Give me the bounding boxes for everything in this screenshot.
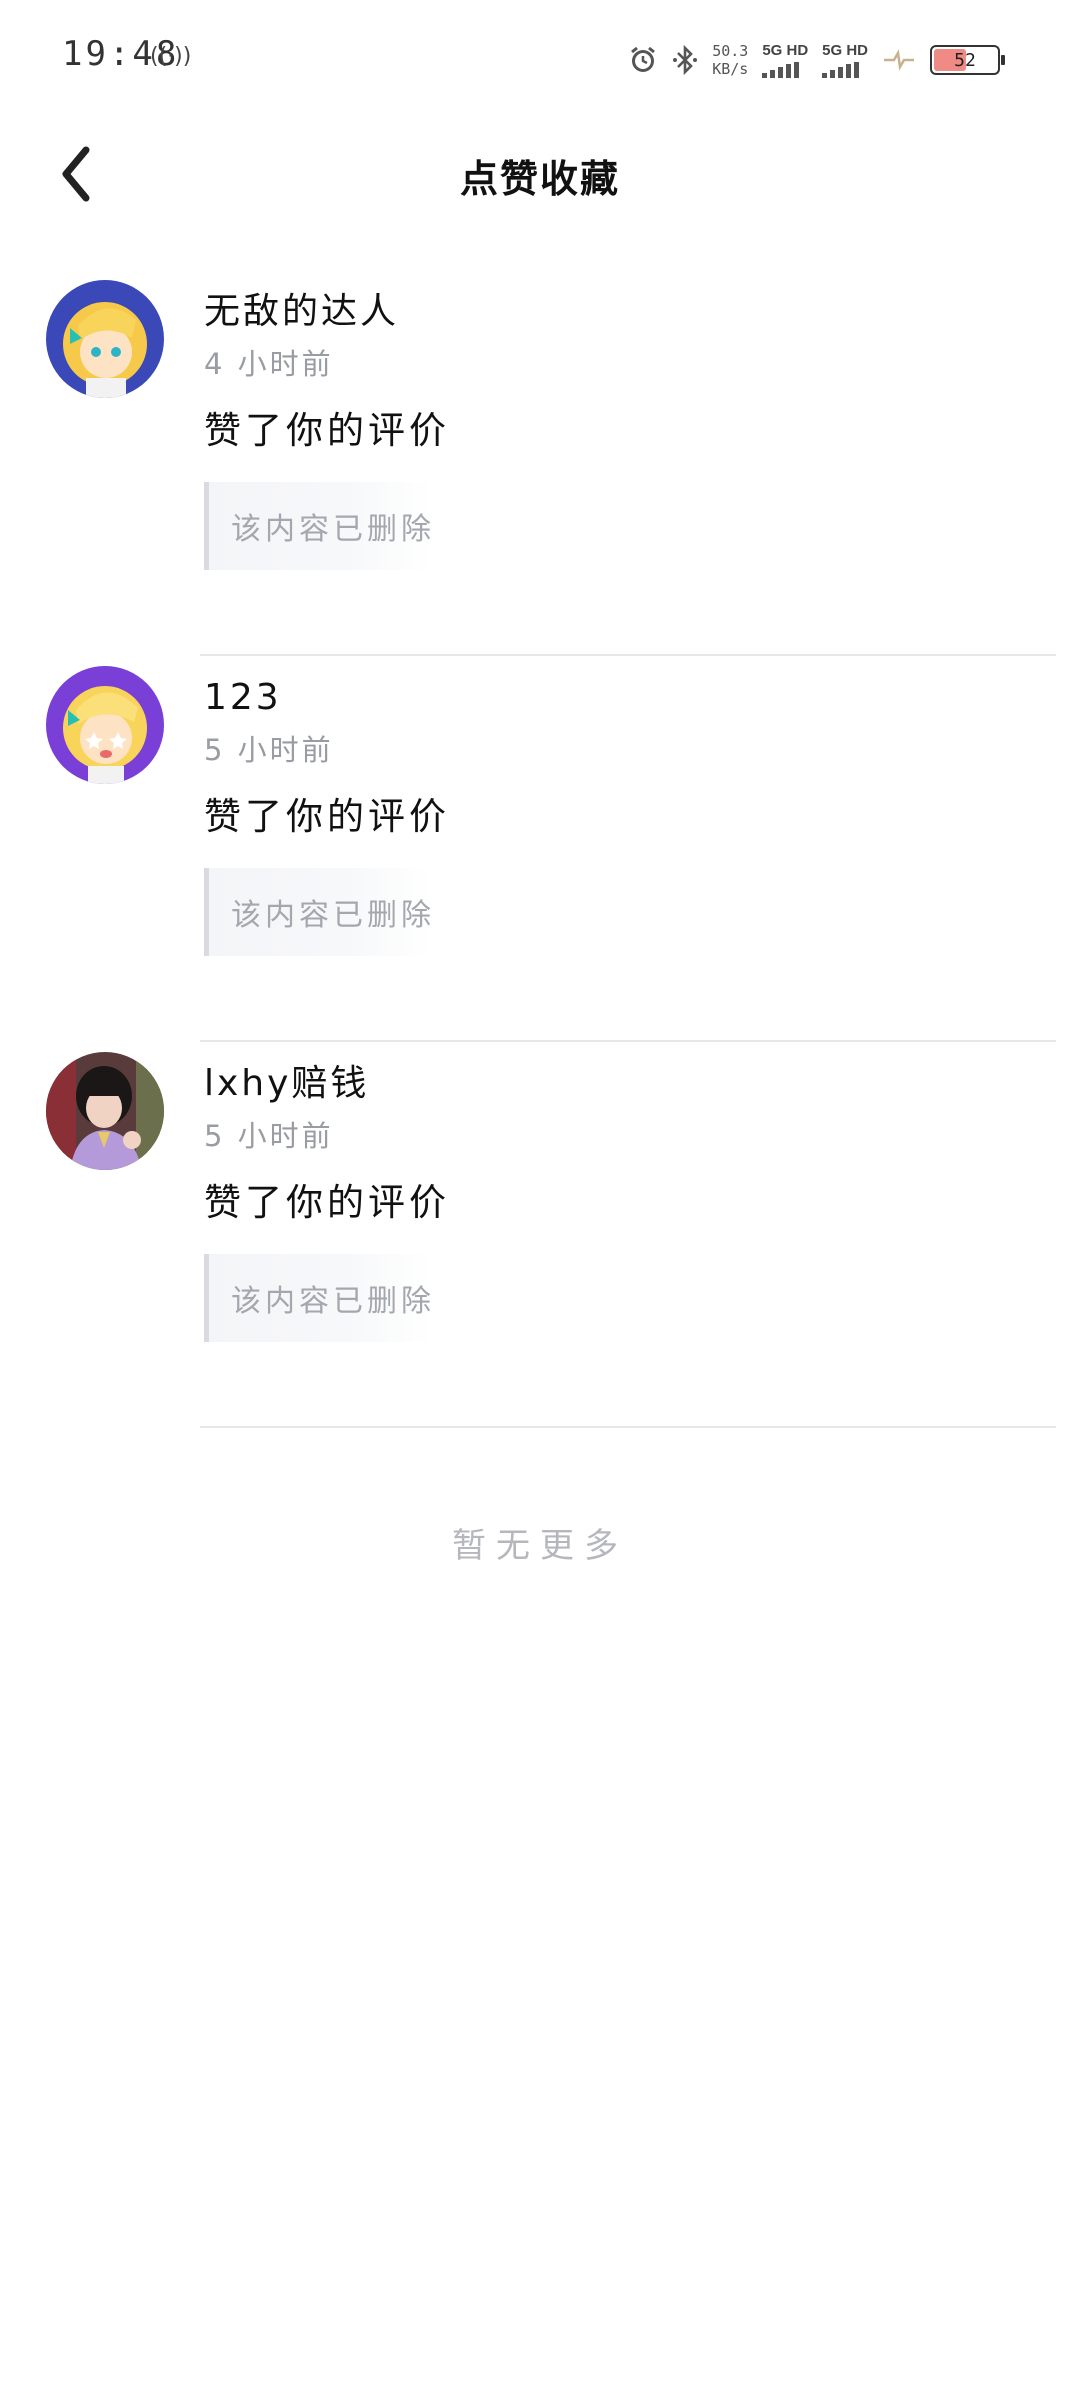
status-icons: 50.3 KB/s 5G HD 5G HD 52 <box>628 36 1005 84</box>
list-item[interactable]: 无敌的达人 4 小时前 赞了你的评价 该内容已删除 <box>0 270 1080 656</box>
notification-list: 无敌的达人 4 小时前 赞了你的评价 该内容已删除 123 5 小时前 赞了你的… <box>0 270 1080 1428</box>
battery-level: 52 <box>954 49 976 71</box>
action-text: 赞了你的评价 <box>204 1181 450 1224</box>
quote-text: 该内容已删除 <box>231 1284 435 1319</box>
page-title: 点赞收藏 <box>459 157 620 201</box>
user-name[interactable]: 123 <box>204 676 1060 720</box>
top-bar: 点赞收藏 <box>0 120 1080 230</box>
sim2-signal: 5G HD <box>822 42 868 78</box>
time-ago: 5 小时前 <box>204 733 334 767</box>
no-more-text: 暂无更多 <box>452 1526 628 1566</box>
status-bar: 19:48 ((·)) 50.3 KB/s 5G HD 5G HD 52 <box>0 0 1080 120</box>
action-text: 赞了你的评价 <box>204 795 450 838</box>
user-name[interactable]: 无敌的达人 <box>204 290 1060 334</box>
sim1-signal: 5G HD <box>762 42 808 78</box>
avatar[interactable] <box>46 666 164 784</box>
list-item[interactable]: lxhy赔钱 5 小时前 赞了你的评价 该内容已删除 <box>0 1042 1080 1428</box>
charging-icon <box>882 48 916 72</box>
speed-value: 50.3 <box>712 42 749 60</box>
battery-icon: 52 <box>930 45 1005 75</box>
quote-text: 该内容已删除 <box>231 512 435 547</box>
divider <box>200 1426 1056 1428</box>
network-speed: 50.3 KB/s <box>712 42 748 78</box>
speed-unit: KB/s <box>712 60 749 78</box>
sim2-label: 5G HD <box>822 42 868 59</box>
item-content: 123 5 小时前 赞了你的评价 该内容已删除 <box>204 656 1060 956</box>
signal-bars-icon <box>822 62 860 78</box>
signal-bars-icon <box>762 62 800 78</box>
quoted-content[interactable]: 该内容已删除 <box>204 1254 434 1342</box>
quoted-content[interactable]: 该内容已删除 <box>204 868 434 956</box>
avatar[interactable] <box>46 280 164 398</box>
action-text: 赞了你的评价 <box>204 409 450 452</box>
hotspot-icon: ((·)) <box>150 44 192 69</box>
quote-text: 该内容已删除 <box>231 898 435 933</box>
item-content: 无敌的达人 4 小时前 赞了你的评价 该内容已删除 <box>204 270 1060 570</box>
time-ago: 4 小时前 <box>204 347 334 381</box>
quoted-content[interactable]: 该内容已删除 <box>204 482 434 570</box>
user-name[interactable]: lxhy赔钱 <box>204 1062 1060 1106</box>
time-ago: 5 小时前 <box>204 1119 334 1153</box>
item-content: lxhy赔钱 5 小时前 赞了你的评价 该内容已删除 <box>204 1042 1060 1342</box>
sim1-label: 5G HD <box>762 42 809 59</box>
avatar[interactable] <box>46 1052 164 1170</box>
bluetooth-icon <box>672 45 698 75</box>
list-item[interactable]: 123 5 小时前 赞了你的评价 该内容已删除 <box>0 656 1080 1042</box>
alarm-icon <box>628 45 658 75</box>
